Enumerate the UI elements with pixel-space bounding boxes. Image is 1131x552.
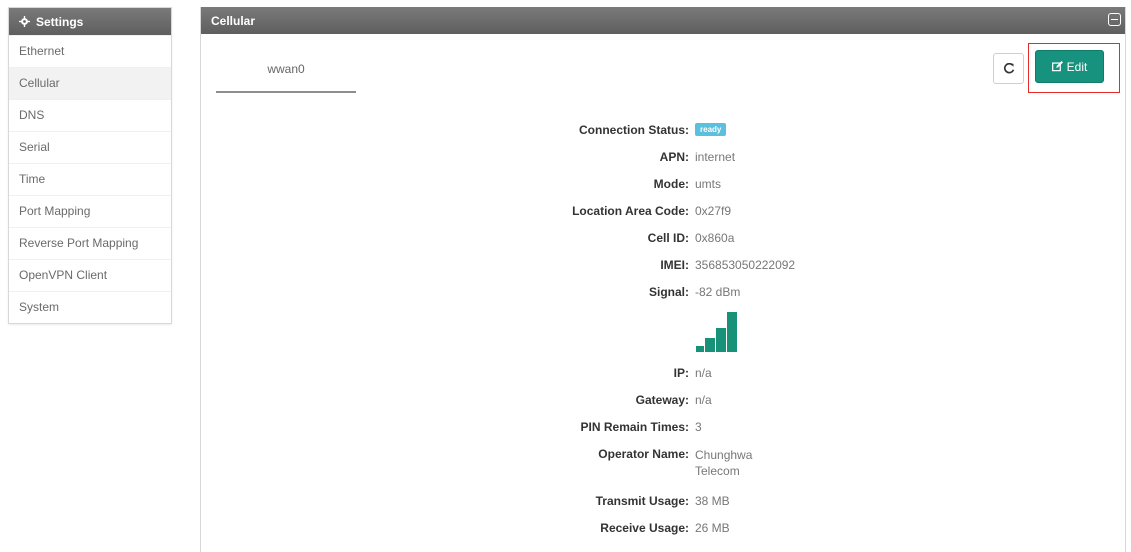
pin-remain-label: PIN Remain Times: — [580, 420, 689, 434]
lac-value: 0x27f9 — [695, 204, 732, 218]
apn-value: internet — [695, 150, 736, 164]
ip-value: n/a — [695, 366, 712, 380]
sidebar-item-time[interactable]: Time — [9, 163, 171, 195]
panel-header: Cellular — [201, 7, 1125, 34]
ip-label: IP: — [673, 366, 689, 380]
cell-id-label: Cell ID: — [647, 231, 689, 245]
panel-title: Cellular — [211, 13, 256, 28]
signal-bar — [705, 338, 715, 352]
edit-icon — [1051, 61, 1063, 72]
info-row-cell-id: Cell ID: 0x860a — [201, 231, 1125, 251]
sidebar-item-openvpn-client[interactable]: OpenVPN Client — [9, 259, 171, 291]
edit-button-label: Edit — [1066, 59, 1088, 74]
sidebar-item-cellular[interactable]: Cellular — [9, 67, 171, 99]
cell-id-value: 0x860a — [695, 231, 735, 245]
info-row-signal: Signal: -82 dBm — [201, 285, 1125, 305]
signal-bar — [696, 346, 704, 352]
info-row-transmit: Transmit Usage: 38 MB — [201, 494, 1125, 514]
status-badge: ready — [695, 123, 727, 136]
info-row-ip: IP: n/a — [201, 366, 1125, 386]
collapse-button[interactable] — [1108, 13, 1121, 26]
info-row-gateway: Gateway: n/a — [201, 393, 1125, 413]
transmit-value: 38 MB — [695, 494, 730, 508]
info-row-pin-remain: PIN Remain Times: 3 — [201, 420, 1125, 440]
info-row-operator: Operator Name: Chunghwa Telecom — [201, 447, 1125, 478]
info-row-lac: Location Area Code: 0x27f9 — [201, 204, 1125, 224]
operator-value: Chunghwa Telecom — [695, 448, 753, 478]
receive-value: 26 MB — [695, 521, 730, 535]
gateway-value: n/a — [695, 393, 712, 407]
sidebar-item-ethernet[interactable]: Ethernet — [9, 35, 171, 67]
signal-bar — [716, 328, 726, 352]
gear-icon — [19, 16, 30, 27]
signal-strength-icon — [696, 312, 746, 352]
sidebar-item-reverse-port-mapping[interactable]: Reverse Port Mapping — [9, 227, 171, 259]
connection-status-label: Connection Status: — [579, 123, 689, 137]
sidebar-item-dns[interactable]: DNS — [9, 99, 171, 131]
sidebar-item-serial[interactable]: Serial — [9, 131, 171, 163]
imei-value: 356853050222092 — [695, 258, 796, 272]
info-row-connection-status: Connection Status: ready — [201, 123, 1125, 143]
operator-label: Operator Name: — [598, 447, 689, 461]
edit-button[interactable]: Edit — [1035, 50, 1104, 83]
mode-value: umts — [695, 177, 722, 191]
info-row-receive: Receive Usage: 26 MB — [201, 521, 1125, 541]
cellular-panel: Cellular wwan0 Edit Connection Status: r… — [200, 7, 1126, 552]
lac-label: Location Area Code: — [572, 204, 689, 218]
refresh-icon — [1003, 62, 1014, 73]
sidebar-title: Settings — [36, 14, 84, 29]
imei-label: IMEI: — [660, 258, 689, 272]
transmit-label: Transmit Usage: — [595, 494, 689, 508]
signal-bar — [727, 312, 737, 352]
signal-label: Signal: — [648, 285, 689, 299]
info-row-mode: Mode: umts — [201, 177, 1125, 197]
sidebar-item-port-mapping[interactable]: Port Mapping — [9, 195, 171, 227]
pin-remain-value: 3 — [695, 420, 702, 434]
gateway-label: Gateway: — [635, 393, 689, 407]
apn-label: APN: — [659, 150, 689, 164]
sidebar-header: Settings — [9, 8, 171, 35]
sidebar-item-system[interactable]: System — [9, 291, 171, 323]
info-row-apn: APN: internet — [201, 150, 1125, 170]
tab-wwan0[interactable]: wwan0 — [216, 55, 356, 93]
settings-sidebar: Settings Ethernet Cellular DNS Serial Ti… — [8, 7, 172, 324]
info-row-imei: IMEI: 356853050222092 — [201, 258, 1125, 278]
signal-value: -82 dBm — [695, 285, 741, 299]
mode-label: Mode: — [653, 177, 689, 191]
receive-label: Receive Usage: — [600, 521, 689, 535]
minus-icon — [1111, 18, 1118, 21]
refresh-button[interactable] — [993, 53, 1024, 84]
